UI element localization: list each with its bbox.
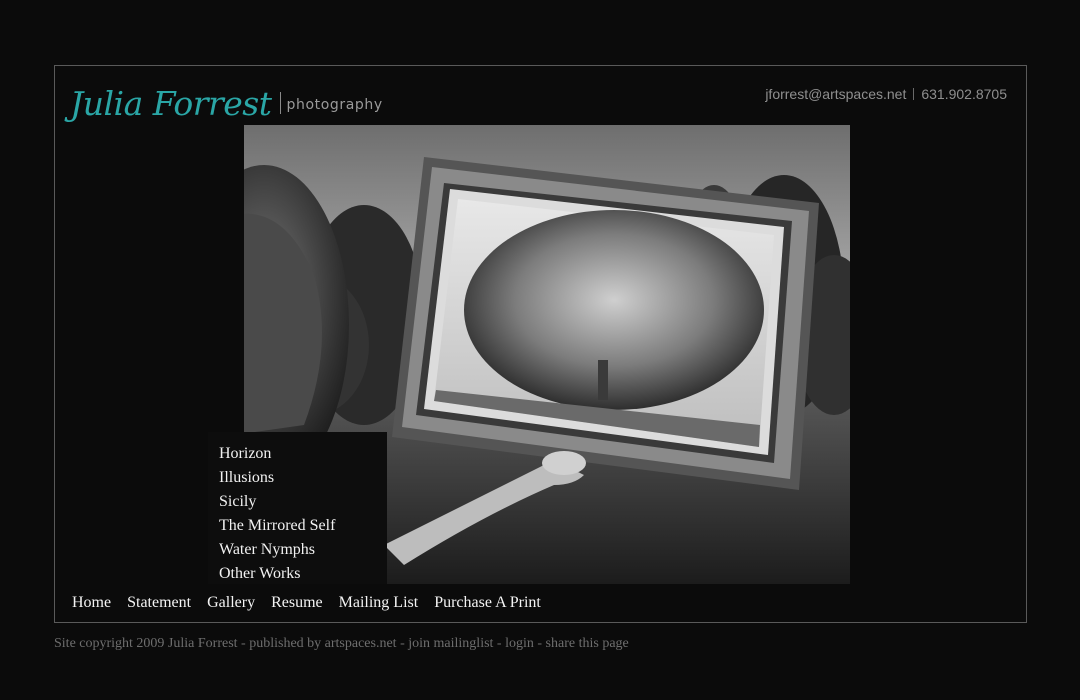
footer-link-join-mailinglist[interactable]: join mailinglist xyxy=(408,636,493,651)
footer-link-login[interactable]: login xyxy=(505,636,534,651)
contact-info: jforrest@artspaces.net 631.902.8705 xyxy=(765,86,1007,102)
nav-item-purchase-a-print[interactable]: Purchase A Print xyxy=(434,594,541,612)
logo-subtitle: photography xyxy=(286,97,383,113)
submenu-item-sicily[interactable]: Sicily xyxy=(219,490,387,514)
footer-link-published[interactable]: published by artspaces.net xyxy=(249,636,396,651)
gallery-submenu: Horizon Illusions Sicily The Mirrored Se… xyxy=(208,432,387,584)
nav-item-mailing-list[interactable]: Mailing List xyxy=(339,594,419,612)
footer-copyright: Site copyright 2009 Julia Forrest xyxy=(54,636,238,651)
contact-phone: 631.902.8705 xyxy=(921,86,1007,102)
footer-separator: - xyxy=(533,636,546,651)
footer-separator: - xyxy=(237,636,250,651)
submenu-item-horizon[interactable]: Horizon xyxy=(219,442,387,466)
footer-separator: - xyxy=(396,636,409,651)
contact-divider xyxy=(913,88,915,100)
nav-item-gallery[interactable]: Gallery xyxy=(207,594,255,612)
submenu-item-water-nymphs[interactable]: Water Nymphs xyxy=(219,538,387,562)
nav-item-statement[interactable]: Statement xyxy=(127,594,191,612)
footer-separator: - xyxy=(493,636,506,651)
submenu-item-other-works[interactable]: Other Works xyxy=(219,562,387,586)
nav-item-home[interactable]: Home xyxy=(72,594,111,612)
logo-divider xyxy=(279,92,281,114)
contact-email[interactable]: jforrest@artspaces.net xyxy=(765,86,906,102)
submenu-item-illusions[interactable]: Illusions xyxy=(219,466,387,490)
site-logo[interactable]: Julia Forrest photography xyxy=(70,72,383,120)
nav-item-resume[interactable]: Resume xyxy=(271,594,323,612)
main-nav: Home Statement Gallery Resume Mailing Li… xyxy=(72,594,557,612)
site-footer: Site copyright 2009 Julia Forrest - publ… xyxy=(54,636,629,652)
logo-name[interactable]: Julia Forrest xyxy=(70,87,272,120)
submenu-item-the-mirrored-self[interactable]: The Mirrored Self xyxy=(219,514,387,538)
footer-link-share[interactable]: share this page xyxy=(546,636,629,651)
